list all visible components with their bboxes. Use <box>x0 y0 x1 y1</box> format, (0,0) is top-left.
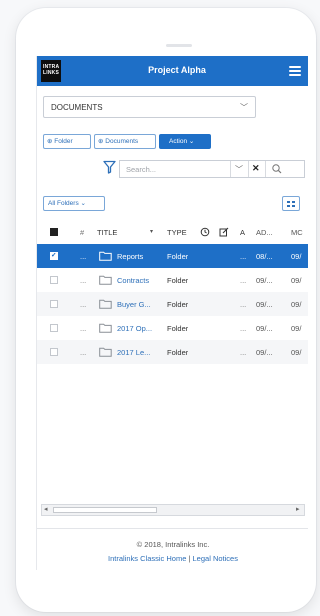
table-row[interactable]: ... Buyer G... Folder... 09/... 09/ <box>37 292 308 316</box>
row-a: ... <box>240 300 247 309</box>
clear-search-icon[interactable]: ✕ <box>252 163 260 174</box>
column-header-title[interactable]: TITLE <box>97 228 163 237</box>
folder-icon <box>99 299 112 309</box>
search-icon[interactable] <box>270 162 284 176</box>
grid-view-toggle-icon[interactable] <box>282 196 300 211</box>
legal-notices-link[interactable]: Legal Notices <box>193 554 238 563</box>
phone-speaker <box>166 44 192 47</box>
row-title-link[interactable]: Reports <box>117 252 162 261</box>
row-a: ... <box>240 276 247 285</box>
chevron-down-icon: ⌄ <box>80 200 86 207</box>
column-header-added[interactable]: AD... <box>256 228 278 237</box>
row-menu-dots[interactable]: ... <box>80 300 86 309</box>
scroll-left-arrow-icon[interactable]: ◂ <box>44 505 48 513</box>
intralinks-logo[interactable]: INTRA LINKS <box>41 60 61 82</box>
select-all-checkbox[interactable] <box>50 228 58 236</box>
row-checkbox[interactable] <box>50 348 58 356</box>
row-checkbox[interactable] <box>50 252 58 260</box>
action-button[interactable]: Action ⌄ <box>159 134 211 149</box>
folder-icon <box>99 323 112 333</box>
row-menu-dots[interactable]: ... <box>80 324 86 333</box>
chevron-down-icon: ﹀ <box>240 103 248 112</box>
row-type: Folder <box>167 276 189 285</box>
section-select[interactable]: DOCUMENTS ﹀ <box>43 96 256 118</box>
history-icon[interactable] <box>200 227 210 237</box>
column-header-a[interactable]: A <box>240 228 245 237</box>
section-select-value: DOCUMENTS <box>51 103 103 112</box>
action-label: Action <box>169 138 188 145</box>
row-type: Folder <box>167 252 189 261</box>
sort-chevron-icon[interactable]: ▾ <box>150 228 153 235</box>
row-a: ... <box>240 324 247 333</box>
row-type: Folder <box>167 348 189 357</box>
table-row[interactable]: ... 2017 Le... Folder... 09/... 09/ <box>37 340 308 364</box>
search-box: ﹀ ✕ <box>119 160 305 178</box>
row-type: Folder <box>167 300 189 309</box>
scrollbar-thumb[interactable] <box>53 507 157 513</box>
plus-circle-icon: ⊕ <box>47 138 53 145</box>
plus-circle-icon: ⊕ <box>98 138 104 145</box>
row-added: 09/... <box>256 348 273 357</box>
add-folder-button[interactable]: ⊕ Folder <box>43 134 91 149</box>
edit-note-icon[interactable] <box>219 227 229 237</box>
row-a: ... <box>240 348 247 357</box>
table-row[interactable]: ... 2017 Op... Folder... 09/... 09/ <box>37 316 308 340</box>
documents-table: # TITLE ▾ TYPE A AD... MC ... Reports Fold… <box>37 220 308 364</box>
table-row[interactable]: ... Reports Folder... 08/... 09/ <box>37 244 308 268</box>
row-menu-dots[interactable]: ... <box>80 276 86 285</box>
search-options-chevron-icon[interactable]: ﹀ <box>235 164 243 175</box>
row-title-link[interactable]: Buyer G... <box>117 300 162 309</box>
scroll-right-arrow-icon[interactable]: ▸ <box>296 505 300 513</box>
classic-home-link[interactable]: Intralinks Classic Home <box>108 554 186 563</box>
add-folder-label: Folder <box>54 138 73 145</box>
filter-icon[interactable] <box>103 160 116 174</box>
search-input[interactable] <box>126 164 226 175</box>
column-header-type[interactable]: TYPE <box>167 228 187 237</box>
row-added: 09/... <box>256 300 273 309</box>
row-modified: 09/ <box>291 300 302 309</box>
footer-divider <box>37 528 308 529</box>
column-header-modified[interactable]: MC <box>291 228 308 237</box>
folder-icon <box>99 347 112 357</box>
row-modified: 09/ <box>291 252 302 261</box>
horizontal-scrollbar[interactable]: ◂ ▸ <box>41 504 305 516</box>
row-added: 09/... <box>256 276 273 285</box>
row-type: Folder <box>167 324 189 333</box>
row-a: ... <box>240 252 247 261</box>
footer-links: Intralinks Classic Home | Legal Notices <box>37 554 308 563</box>
row-checkbox[interactable] <box>50 324 58 332</box>
row-title-link[interactable]: 2017 Le... <box>117 348 162 357</box>
add-documents-label: Documents <box>105 138 139 145</box>
row-added: 08/... <box>256 252 273 261</box>
chevron-down-icon: ⌄ <box>188 138 195 145</box>
row-checkbox[interactable] <box>50 300 58 308</box>
add-documents-button[interactable]: ⊕ Documents <box>94 134 156 149</box>
row-title-link[interactable]: 2017 Op... <box>117 324 162 333</box>
table-header-row: # TITLE ▾ TYPE A AD... MC <box>37 220 308 244</box>
row-added: 09/... <box>256 324 273 333</box>
hamburger-menu-icon[interactable] <box>289 66 301 76</box>
row-modified: 09/ <box>291 324 302 333</box>
folders-filter-value: All Folders <box>48 200 79 207</box>
app-header: INTRA LINKS Project Alpha <box>37 56 308 86</box>
row-checkbox[interactable] <box>50 276 58 284</box>
folders-filter-select[interactable]: All Folders ⌄ <box>43 196 105 211</box>
folder-icon <box>99 275 112 285</box>
row-menu-dots[interactable]: ... <box>80 252 86 261</box>
column-header-num[interactable]: # <box>80 228 84 237</box>
row-menu-dots[interactable]: ... <box>80 348 86 357</box>
folder-icon <box>99 251 112 261</box>
row-modified: 09/ <box>291 276 302 285</box>
app-screen: INTRA LINKS Project Alpha DOCUMENTS ﹀ ⊕ … <box>36 56 308 570</box>
row-modified: 09/ <box>291 348 302 357</box>
footer-separator: | <box>188 554 191 563</box>
copyright-text: © 2018, Intralinks Inc. <box>136 540 210 549</box>
project-title: Project Alpha <box>148 65 206 75</box>
table-row[interactable]: ... Contracts Folder... 09/... 09/ <box>37 268 308 292</box>
row-title-link[interactable]: Contracts <box>117 276 162 285</box>
